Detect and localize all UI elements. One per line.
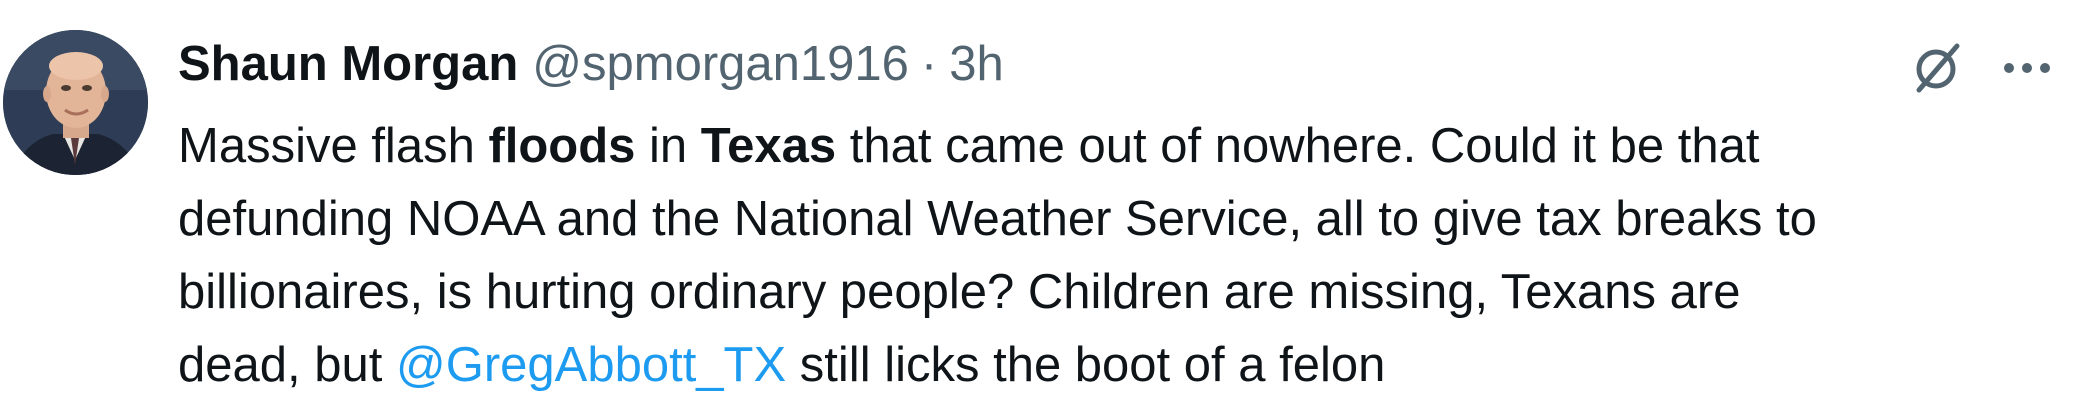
mention-link[interactable]: @GregAbbott_TX — [396, 338, 786, 392]
tweet-text: Massive flash floods in Texas that came … — [178, 110, 2058, 402]
more-icon — [2004, 63, 2050, 73]
user-handle[interactable]: @spmorgan1916 — [532, 36, 909, 92]
text-segment: that came out of nowhere. Could it be th… — [836, 119, 1760, 173]
more-button[interactable] — [1995, 40, 2059, 96]
bold-keyword-texas: Texas — [700, 119, 837, 173]
tweet-text-line-3: billionaires, is hurting ordinary people… — [178, 265, 1741, 319]
tweet-text-line-1: Massive flash floods in Texas that came … — [178, 110, 2058, 183]
tweet-header: Shaun Morgan @spmorgan1916 · 3h — [178, 28, 1004, 100]
text-segment: dead, but — [178, 338, 396, 392]
bold-keyword-floods: floods — [488, 119, 636, 173]
tweet-text-line-4: dead, but @GregAbbott_TX still licks the… — [178, 329, 2058, 402]
separator-dot: · — [920, 37, 938, 91]
avatar[interactable] — [3, 30, 148, 175]
tweet[interactable]: Shaun Morgan @spmorgan1916 · 3h Massive … — [0, 0, 2073, 412]
avatar-image — [3, 30, 148, 175]
text-segment: Massive flash — [178, 119, 489, 173]
tweet-text-line-2: defunding NOAA and the National Weather … — [178, 192, 1817, 246]
display-name[interactable]: Shaun Morgan — [178, 36, 518, 92]
text-segment: in — [635, 119, 701, 173]
text-segment: still licks the boot of a felon — [786, 338, 1386, 392]
timestamp[interactable]: 3h — [949, 36, 1004, 92]
grok-icon — [1916, 43, 1960, 93]
grok-button[interactable] — [1905, 36, 1969, 100]
